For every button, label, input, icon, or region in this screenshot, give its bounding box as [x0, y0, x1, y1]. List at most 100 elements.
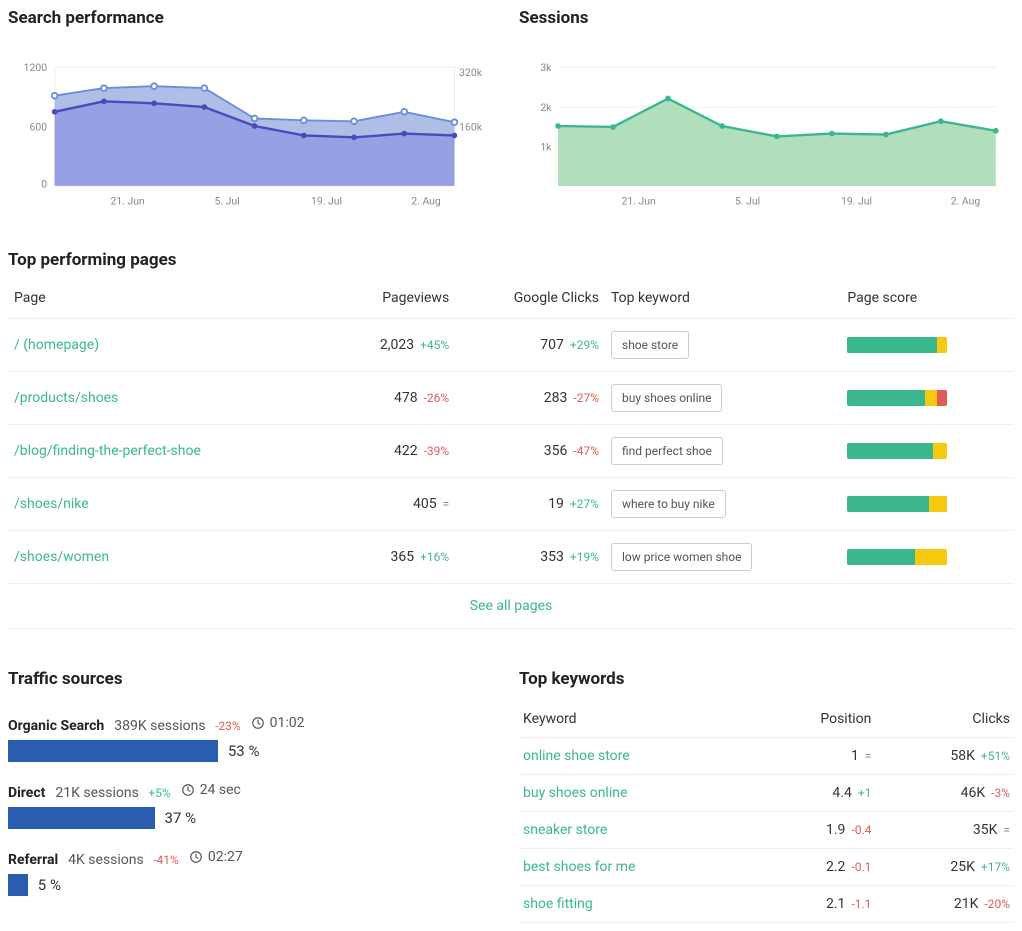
- clicks-value: 25K: [950, 859, 975, 875]
- pageviews-value: 365: [390, 549, 414, 565]
- top-keyword-pill[interactable]: find perfect shoe: [611, 437, 723, 465]
- traffic-source-item: Direct21K sessions +5%24 sec37 %: [8, 782, 503, 829]
- x-tick: 2. Aug: [411, 195, 441, 208]
- page-link[interactable]: / (homepage): [14, 337, 99, 353]
- page-link[interactable]: /shoes/nike: [14, 496, 89, 512]
- traffic-bar: [8, 740, 218, 762]
- position-value: 1.9: [826, 822, 845, 838]
- table-row: /blog/finding-the-perfect-shoe422-39%356…: [8, 425, 1014, 478]
- col-clicks: Google Clicks: [455, 278, 605, 319]
- clicks-value: 58K: [950, 748, 975, 764]
- table-row: shoe fitting2.1-1.121K-20%: [519, 886, 1014, 923]
- clicks-change: +27%: [570, 497, 599, 511]
- clicks-change: -47%: [573, 444, 599, 458]
- traffic-sources-title: Traffic sources: [8, 669, 503, 689]
- x-tick: 5. Jul: [214, 195, 239, 208]
- traffic-source-change: +5%: [148, 786, 170, 800]
- traffic-percent: 53 %: [228, 742, 260, 760]
- col-pageviews: Pageviews: [330, 278, 455, 319]
- clicks-change: +19%: [570, 550, 599, 564]
- pageviews-change: -39%: [424, 444, 450, 458]
- clicks-value: 283: [544, 390, 568, 406]
- traffic-percent: 5 %: [38, 876, 61, 894]
- keyword-link[interactable]: sneaker store: [523, 822, 607, 838]
- sessions-panel: Sessions 3k 2k 1k 21. Jun 5. Jul: [519, 8, 1014, 220]
- col-keyword: Keyword: [519, 701, 727, 738]
- top-pages-title: Top performing pages: [8, 250, 1014, 270]
- traffic-sources-section: Traffic sources Organic Search 389K sessi…: [8, 669, 503, 923]
- clicks-value: 35K: [973, 822, 998, 838]
- page-link[interactable]: /blog/finding-the-perfect-shoe: [14, 443, 201, 459]
- pageviews-value: 2,023: [380, 337, 414, 353]
- top-keyword-pill[interactable]: shoe store: [611, 331, 689, 359]
- table-row: buy shoes online 4.4 +1 46K -3%: [519, 775, 1014, 812]
- pageviews-change: =: [443, 497, 450, 511]
- sessions-area: [558, 99, 996, 186]
- keyword-link[interactable]: best shoes for me: [523, 859, 635, 875]
- search-performance-chart[interactable]: 1200 600 0 320k 160k: [8, 36, 503, 216]
- page-link[interactable]: /products/shoes: [14, 390, 118, 406]
- traffic-source-duration: 24 sec: [181, 782, 241, 798]
- page-link[interactable]: /shoes/women: [14, 549, 109, 565]
- top-keyword-pill[interactable]: buy shoes online: [611, 384, 722, 412]
- top-keyword-pill[interactable]: where to buy nike: [611, 490, 726, 518]
- keyword-link[interactable]: buy shoes online: [523, 785, 627, 801]
- table-row: best shoes for me2.2-0.125K+17%: [519, 849, 1014, 886]
- traffic-source-sessions: 21K sessions: [55, 785, 138, 801]
- sessions-title: Sessions: [519, 8, 1014, 28]
- clock-icon: [181, 783, 195, 797]
- clicks-change: =: [1003, 823, 1010, 837]
- top-keyword-pill[interactable]: low price women shoe: [611, 543, 752, 571]
- pageviews-change: +45%: [420, 338, 449, 352]
- sessions-chart[interactable]: 3k 2k 1k 21. Jun 5. Jul 19. Jul 2. Aug: [519, 36, 1014, 216]
- position-value: 1: [851, 748, 859, 764]
- traffic-source-name: Direct: [8, 785, 45, 801]
- search-performance-panel: Search performance 1200 600 0 320k 160k: [8, 8, 503, 220]
- top-keywords-section: Top keywords Keyword Position Clicks onl…: [519, 669, 1014, 923]
- position-change: =: [865, 749, 872, 763]
- keyword-link[interactable]: online shoe store: [523, 748, 630, 764]
- x-tick: 19. Jul: [841, 195, 872, 208]
- traffic-source-name: Referral: [8, 852, 58, 868]
- clicks-change: +29%: [570, 338, 599, 352]
- y-tick-left: 600: [30, 121, 48, 134]
- position-change: -0.4: [851, 823, 871, 837]
- traffic-bar: [8, 807, 155, 829]
- position-value: 4.4: [832, 785, 851, 801]
- traffic-source-sessions: 4K sessions: [68, 852, 144, 868]
- col-keyword: Top keyword: [605, 278, 841, 319]
- clicks-value: 21K: [954, 896, 979, 912]
- see-all-pages-link[interactable]: See all pages: [470, 598, 553, 614]
- y-tick: 1k: [540, 141, 552, 154]
- clicks-change: -20%: [984, 897, 1010, 911]
- col-score: Page score: [841, 278, 1014, 319]
- clock-icon: [251, 716, 265, 730]
- keyword-link[interactable]: shoe fitting: [523, 896, 593, 912]
- top-keywords-table: Keyword Position Clicks online shoe stor…: [519, 701, 1014, 923]
- traffic-source-change: -23%: [215, 719, 241, 733]
- clicks-change: -3%: [991, 786, 1010, 800]
- traffic-source-item: Referral 4K sessions -41% 02:27 5 %: [8, 849, 503, 896]
- pageviews-change: +16%: [420, 550, 449, 564]
- position-change: +1: [858, 786, 872, 800]
- table-row: / (homepage)2,023+45%707+29%shoe store: [8, 319, 1014, 372]
- traffic-source-duration: 02:27: [189, 849, 243, 865]
- y-tick-left: 1200: [24, 61, 48, 74]
- x-tick: 19. Jul: [311, 195, 342, 208]
- search-performance-title: Search performance: [8, 8, 503, 28]
- col-position: Position: [727, 701, 876, 738]
- traffic-source-change: -41%: [153, 853, 179, 867]
- traffic-source-sessions: 389K sessions: [114, 718, 205, 734]
- clock-icon: [189, 850, 203, 864]
- clicks-value: 46K: [961, 785, 986, 801]
- y-tick-right: 320k: [459, 66, 483, 79]
- y-tick: 3k: [540, 61, 552, 74]
- clicks-change: -27%: [573, 391, 599, 405]
- clicks-value: 19: [548, 496, 564, 512]
- clicks-change: +51%: [981, 749, 1010, 763]
- position-change: -1.1: [851, 897, 871, 911]
- top-pages-section: Top performing pages Page Pageviews Goog…: [8, 250, 1014, 629]
- page-score-bar: [847, 549, 947, 565]
- traffic-source-name: Organic Search: [8, 718, 104, 734]
- col-clicks: Clicks: [875, 701, 1014, 738]
